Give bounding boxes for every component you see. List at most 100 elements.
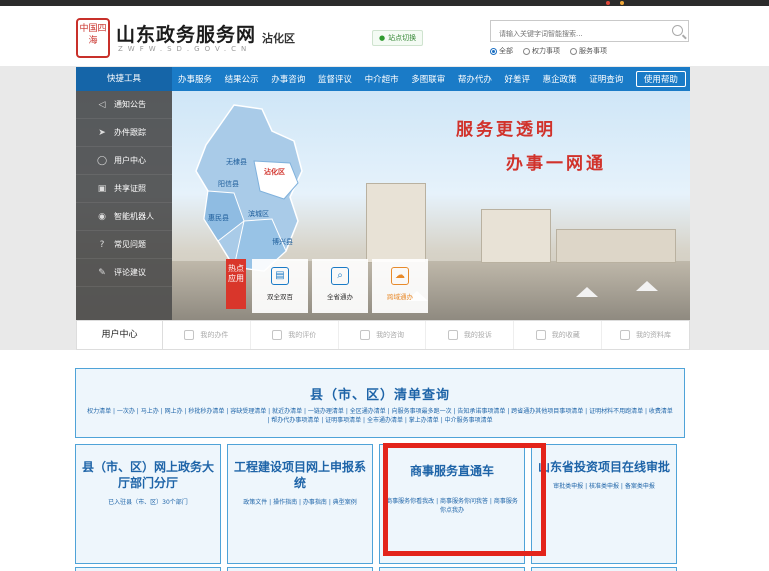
radio-circle xyxy=(490,47,497,55)
next-row-tiles xyxy=(75,567,677,571)
search-icon[interactable] xyxy=(672,25,683,36)
tile-title: 县（市、区）网上政务大厅部门分厅 xyxy=(82,460,215,490)
search-input[interactable] xyxy=(491,24,661,44)
radio-label: 全部 xyxy=(499,47,513,55)
nav-item-service[interactable]: 办事服务 xyxy=(178,73,212,85)
nav-item-joint-review[interactable]: 多图联审 xyxy=(411,73,445,85)
user-center-label: 我的资料库 xyxy=(636,331,672,339)
low-building-image xyxy=(556,229,676,263)
sidebar-item-label: 通知公告 xyxy=(114,100,146,109)
site-subtitle: ZWFW.SD.GOV.CN xyxy=(118,45,252,53)
tile-partial xyxy=(379,567,525,571)
sidebar-item-label: 智能机器人 xyxy=(114,212,154,221)
sidebar-item-notice[interactable]: ◁ 通知公告 xyxy=(76,91,172,119)
hot-app-label: 双全双百 xyxy=(267,293,293,301)
user-center-label: 我的投诉 xyxy=(463,331,492,339)
nav-item-policy[interactable]: 惠企政策 xyxy=(543,73,577,85)
user-icon: ◯ xyxy=(96,155,108,166)
status-dot-icon xyxy=(606,1,610,5)
slogan-transparent: 服务更透明 xyxy=(456,120,556,140)
tile-investment-approval[interactable]: 山东省投资项目在线审批 审批类申报 | 核准类申报 | 备案类申报 xyxy=(531,444,677,564)
location-pin-icon: ● xyxy=(379,34,386,42)
tile-title: 工程建设项目网上申报系统 xyxy=(234,460,367,490)
sidebar-item-shared-license[interactable]: ▣ 共享证照 xyxy=(76,175,172,203)
map-label: 阳信县 xyxy=(218,180,239,188)
site-logo[interactable]: 中国四海 xyxy=(76,18,110,58)
tile-business-express[interactable]: 商事服务直通车 商事服务你看我改 | 商事服务你问我答 | 商事服务你点我办 xyxy=(379,444,525,564)
sidebar-item-label: 办件跟踪 xyxy=(114,128,146,137)
tile-desc: 已入驻县（市、区）30个部门 xyxy=(108,499,188,506)
list-query-links[interactable]: 权力清单 | 一次办 | 马上办 | 网上办 | 秒批秒办清单 | 容缺受理清单… xyxy=(86,407,674,425)
tile-title: 山东省投资项目在线审批 xyxy=(538,460,671,474)
map-label: 惠民县 xyxy=(208,214,229,222)
cloud-icon: ☁ xyxy=(391,267,409,285)
user-center-my-ratings[interactable]: 我的评价 xyxy=(251,321,339,349)
nav-item-certificate[interactable]: 证明查询 xyxy=(589,73,623,85)
sidebar-item-label: 常见问题 xyxy=(114,240,146,249)
user-center-my-favorites[interactable]: 我的收藏 xyxy=(514,321,603,349)
nav-item-supervise[interactable]: 监督评议 xyxy=(318,73,352,85)
search-scope-radios: 全部 权力事项 服务事项 xyxy=(490,46,607,56)
sidebar-item-label: 用户中心 xyxy=(114,156,146,165)
service-tiles: 县（市、区）网上政务大厅部门分厅 已入驻县（市、区）30个部门 工程建设项目网上… xyxy=(75,444,677,564)
tile-county-hall[interactable]: 县（市、区）网上政务大厅部门分厅 已入驻县（市、区）30个部门 xyxy=(75,444,221,564)
radio-power-items[interactable]: 权力事项 xyxy=(523,46,560,56)
map-label: 博兴县 xyxy=(272,238,293,246)
user-center-my-complaints[interactable]: 我的投诉 xyxy=(426,321,515,349)
site-switch-button[interactable]: ● 站点切换 xyxy=(372,30,424,46)
hero-banner: 无棣县 沾化区 阳信县 滨城区 惠民县 博兴县 服务更透明 办事一网通 ◁ 通知公… xyxy=(76,91,690,320)
hot-app-card[interactable]: ☁ 跨域通办 xyxy=(372,259,428,313)
hot-app-card[interactable]: ⌕ 全省通办 xyxy=(312,259,368,313)
tile-partial xyxy=(227,567,373,571)
sidebar-item-label: 评论建议 xyxy=(114,268,146,277)
nav-quick-tools[interactable]: 快捷工具 xyxy=(76,67,172,91)
tile-partial xyxy=(75,567,221,571)
quick-tools-sidebar: ◁ 通知公告 ➤ 办件跟踪 ◯ 用户中心 ▣ 共享证照 ◉ 智能机器人 ? 常见问题 ✎ 评论… xyxy=(76,91,172,320)
user-icon xyxy=(620,330,631,340)
hot-app-label: 全省通办 xyxy=(327,293,353,301)
sidebar-item-user-center[interactable]: ◯ 用户中心 xyxy=(76,147,172,175)
site-header: 中国四海 山东政务服务网 ZWFW.SD.GOV.CN 沾化区 ●站点切换 全部… xyxy=(0,6,769,66)
user-center-my-library[interactable]: 我的资料库 xyxy=(602,321,689,349)
nav-item-consult[interactable]: 办事咨询 xyxy=(271,73,305,85)
tile-construction-projects[interactable]: 工程建设项目网上申报系统 政策文件 | 操作指南 | 办事指南 | 典型案例 xyxy=(227,444,373,564)
speaker-icon: ◁ xyxy=(98,99,106,110)
nav-item-assist[interactable]: 帮办代办 xyxy=(458,73,492,85)
radio-all[interactable]: 全部 xyxy=(490,46,513,56)
user-center-label: 我的咨询 xyxy=(376,331,405,339)
nav-item-results[interactable]: 结果公示 xyxy=(225,73,259,85)
site-title[interactable]: 山东政务服务网 xyxy=(116,20,256,47)
search-box xyxy=(490,20,689,44)
sidebar-item-tracking[interactable]: ➤ 办件跟踪 xyxy=(76,119,172,147)
main-content: 县（市、区）清单查询 权力清单 | 一次办 | 马上办 | 网上办 | 秒批秒办… xyxy=(0,350,769,571)
hot-app-card[interactable]: ▤ 双全双百 xyxy=(252,259,308,313)
sidebar-item-label: 共享证照 xyxy=(114,184,146,193)
user-center-my-cases[interactable]: 我的办件 xyxy=(163,321,251,349)
nav-item-rating[interactable]: 好差评 xyxy=(504,73,530,85)
hot-apps-tag: 热点应用 xyxy=(226,259,246,309)
nav-help-button[interactable]: 使用帮助 xyxy=(635,71,686,87)
tile-desc: 审批类申报 | 核准类申报 | 备案类申报 xyxy=(553,483,655,490)
tile-desc: 政策文件 | 操作指南 | 办事指南 | 典型案例 xyxy=(243,499,357,506)
nav-item-agency-market[interactable]: 中介超市 xyxy=(365,73,399,85)
user-center-my-consults[interactable]: 我的咨询 xyxy=(339,321,427,349)
sidebar-item-feedback[interactable]: ✎ 评论建议 xyxy=(76,259,172,287)
user-center-label: 我的评价 xyxy=(288,331,317,339)
document-icon: ▤ xyxy=(271,267,289,285)
list-query-panel[interactable]: 县（市、区）清单查询 权力清单 | 一次办 | 马上办 | 网上办 | 秒批秒办… xyxy=(75,368,685,438)
radio-service-items[interactable]: 服务事项 xyxy=(570,46,607,56)
id-card-icon: ▣ xyxy=(97,183,107,194)
main-nav: 快捷工具 办事服务 结果公示 办事咨询 监督评议 中介超市 多图联审 帮办代办 … xyxy=(76,67,690,91)
map-label-highlight: 沾化区 xyxy=(264,168,285,176)
radio-circle xyxy=(523,47,530,55)
radio-label: 服务事项 xyxy=(579,47,607,55)
office-building-image xyxy=(481,209,551,263)
sidebar-item-faq[interactable]: ? 常见问题 xyxy=(76,231,172,259)
map-label: 滨城区 xyxy=(248,210,269,218)
star-icon xyxy=(535,330,546,340)
case-icon xyxy=(184,330,195,340)
phone-icon xyxy=(447,330,458,340)
radio-label: 权力事项 xyxy=(532,47,560,55)
sidebar-item-robot[interactable]: ◉ 智能机器人 xyxy=(76,203,172,231)
user-center-bar: 用户中心 我的办件 我的评价 我的咨询 我的投诉 我的收藏 我的资料库 xyxy=(76,320,690,350)
